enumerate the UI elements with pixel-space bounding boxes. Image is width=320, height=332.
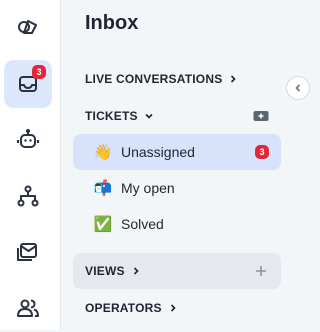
workflow-icon [17, 185, 39, 207]
waving-hand-icon: 👋 [93, 144, 113, 161]
section-tickets[interactable]: TICKETS [73, 98, 281, 134]
chevron-down-icon [145, 113, 153, 119]
add-view-icon[interactable] [253, 263, 269, 279]
ticket-item-label: Unassigned [121, 144, 195, 160]
ticket-item-label: Solved [121, 216, 164, 232]
chevron-right-icon [231, 75, 237, 83]
nav-rail: 3 [0, 0, 61, 330]
page-title: Inbox [85, 12, 139, 34]
rail-item-campaigns[interactable] [4, 228, 52, 276]
collapse-panel-button[interactable] [286, 76, 310, 100]
section-label: VIEWS [85, 264, 125, 278]
shapes-icon [18, 20, 37, 34]
chevron-right-icon [133, 267, 139, 275]
ticket-item-label: My open [121, 180, 175, 196]
rail-item-workflow[interactable] [4, 172, 52, 220]
ticket-item-unassigned[interactable]: 👋 Unassigned 3 [73, 134, 281, 170]
chevron-left-icon [295, 84, 301, 92]
mail-campaign-icon [17, 243, 37, 261]
section-label: OPERATORS [85, 301, 162, 315]
bot-icon [17, 129, 39, 148]
rail-item-shapes[interactable] [4, 4, 52, 52]
unassigned-count-badge: 3 [255, 145, 269, 159]
rail-item-contacts[interactable] [4, 284, 52, 332]
section-views[interactable]: VIEWS [73, 253, 281, 289]
rail-item-inbox[interactable]: 3 [4, 60, 52, 108]
chevron-right-icon [170, 304, 176, 312]
inbox-panel: Inbox LIVE CONVERSATIONS TICKETS 👋 Unass… [61, 0, 310, 330]
ticket-item-solved[interactable]: ✅ Solved [73, 206, 281, 242]
section-label: LIVE CONVERSATIONS [85, 72, 223, 86]
ticket-item-my-open[interactable]: 📬 My open [73, 170, 281, 206]
section-live-conversations[interactable]: LIVE CONVERSATIONS [73, 61, 281, 97]
mailbox-icon: 📬 [93, 180, 113, 197]
inbox-count-badge: 3 [32, 65, 46, 79]
section-operators[interactable]: OPERATORS [73, 290, 281, 326]
rail-item-bot[interactable] [4, 116, 52, 164]
check-mark-icon: ✅ [93, 216, 113, 233]
section-label: TICKETS [85, 109, 138, 123]
contacts-icon [17, 299, 39, 317]
add-ticket-icon[interactable] [253, 108, 269, 124]
